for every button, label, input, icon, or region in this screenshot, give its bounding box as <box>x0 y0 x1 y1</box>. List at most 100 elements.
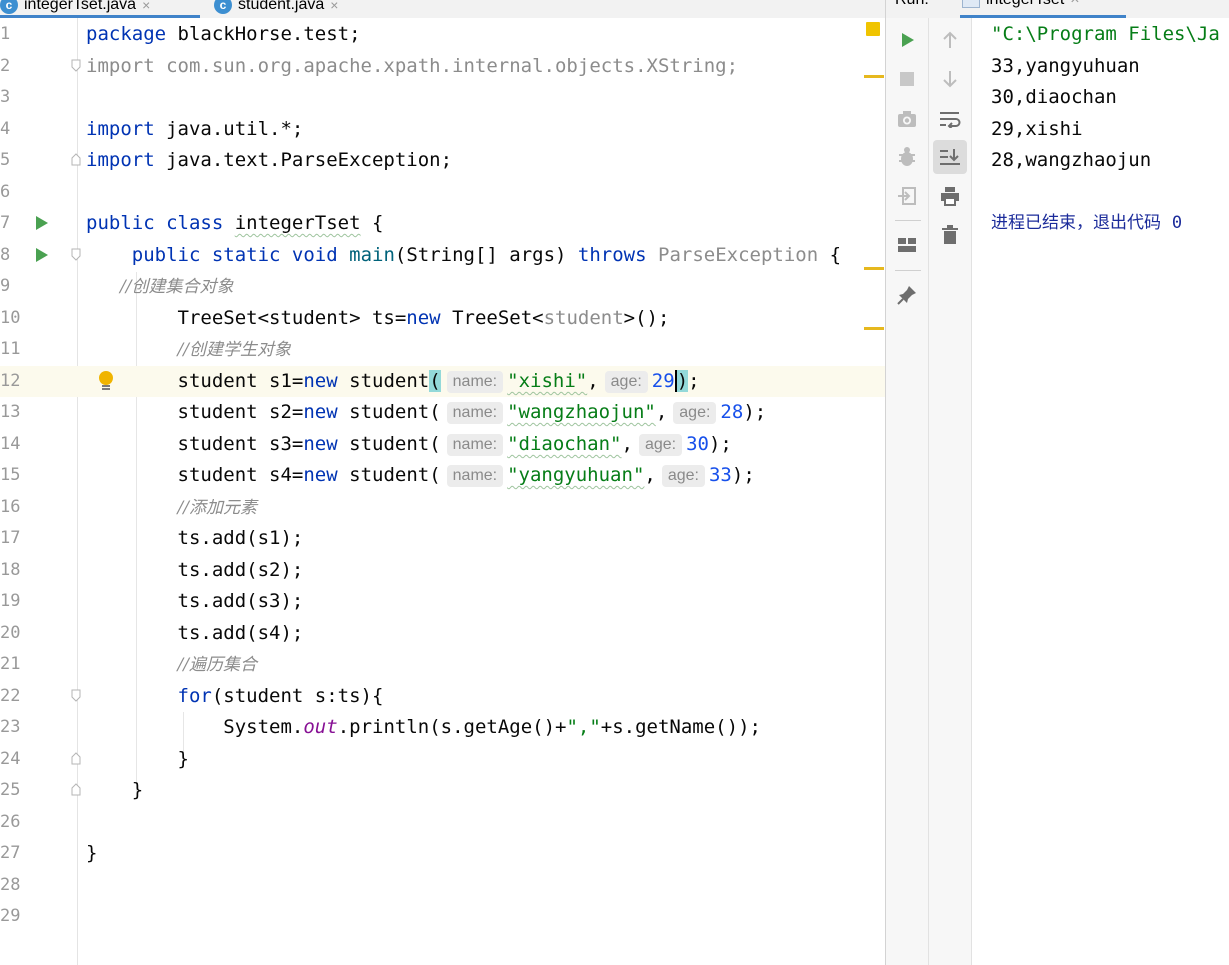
code-text: (String[] args) <box>394 244 578 266</box>
code-text: , <box>644 464 656 486</box>
console-output[interactable]: "C:\Program Files\Ja 33,yangyuhuan 30,di… <box>972 18 1229 965</box>
code-text: java.text.ParseException; <box>154 149 453 171</box>
warning-indicator[interactable] <box>866 22 880 36</box>
parameter-hint: age: <box>661 465 705 487</box>
code-line-8: 8 public static void main(String[] args)… <box>0 240 885 271</box>
java-class-icon: c <box>0 0 18 14</box>
code-line-11: 11 //创建学生对象 <box>0 334 885 365</box>
code-line-13: 13 student s2=new student(name: "wangzhao… <box>0 397 885 428</box>
keyword: new <box>406 307 441 329</box>
keyword: throws <box>577 244 647 266</box>
run-tab-integertset[interactable]: integerTset × <box>962 0 1080 9</box>
warning-marker[interactable] <box>864 75 884 78</box>
code-text: blackHorse.test; <box>166 23 361 45</box>
keyword: import <box>86 118 155 140</box>
code-line-19: 19 ts.add(s3); <box>0 586 885 617</box>
run-config-icon <box>962 0 980 8</box>
keyword: import <box>86 149 155 171</box>
string-literal: "xishi" <box>507 370 588 392</box>
line-number: 28 <box>0 875 21 895</box>
fold-icon[interactable] <box>71 689 81 702</box>
code-text: ts.add(s2); <box>177 559 304 581</box>
code-text: } <box>86 842 98 864</box>
trash-icon[interactable] <box>933 218 967 252</box>
layout-icon[interactable] <box>890 228 924 262</box>
camera-icon[interactable] <box>890 102 924 136</box>
code-line-12: 12 student s1=new student(name: "xishi", a… <box>0 366 885 397</box>
java-class-icon: c <box>214 0 232 14</box>
rerun-icon[interactable] <box>890 23 924 57</box>
code-line-7: 7 public class integerTset { <box>0 208 885 239</box>
code-line-14: 14 student s3=new student(name: "diaochan… <box>0 429 885 460</box>
code-text: ts.add(s1); <box>177 527 304 549</box>
parameter-hint: name: <box>446 371 504 393</box>
run-label: Run: <box>895 0 929 9</box>
line-number: 29 <box>0 906 21 926</box>
scroll-to-end-icon[interactable] <box>933 140 967 174</box>
print-icon[interactable] <box>933 179 967 213</box>
close-icon[interactable]: × <box>1070 0 1079 9</box>
run-toolbar-right <box>929 18 972 965</box>
code-text: ts.add(s4); <box>177 622 304 644</box>
keyword: package <box>86 23 167 45</box>
number-literal: 33 <box>708 464 732 486</box>
close-icon[interactable]: × <box>142 0 150 13</box>
code-editor[interactable]: c integerTset.java × c student.java × 1 … <box>0 0 885 965</box>
warning-marker[interactable] <box>864 327 884 330</box>
string-literal: "yangyuhuan" <box>507 464 645 486</box>
line-number: 15 <box>0 465 21 485</box>
exit-icon[interactable] <box>890 179 924 213</box>
fold-icon[interactable] <box>71 59 81 72</box>
console-output-line: 30,diaochan <box>991 86 1117 108</box>
code-line-27: 27 } <box>0 838 885 869</box>
code-line-24: 24 } <box>0 744 885 775</box>
stop-icon[interactable] <box>890 62 924 96</box>
code-line-25: 25 } <box>0 775 885 806</box>
pin-icon[interactable] <box>890 278 924 312</box>
line-number: 18 <box>0 560 21 580</box>
code-text: student( <box>337 464 441 486</box>
code-text: TreeSet< <box>440 307 544 329</box>
keyword: new <box>303 370 338 392</box>
tab-label: student.java <box>238 0 325 13</box>
down-arrow-icon[interactable] <box>933 62 967 96</box>
comment: //创建学生对象 <box>177 340 291 360</box>
close-icon[interactable]: × <box>330 0 338 13</box>
comment: //创建集合对象 <box>120 277 234 297</box>
run-main-icon[interactable] <box>36 248 48 262</box>
line-number: 17 <box>0 528 21 548</box>
line-number: 12 <box>0 371 21 391</box>
tab-student-java[interactable]: c student.java × <box>214 0 338 18</box>
code-line-2: 2 import com.sun.org.apache.xpath.intern… <box>0 51 885 82</box>
run-tab-label: integerTset <box>986 0 1064 9</box>
line-number: 10 <box>0 308 21 328</box>
debug-icon[interactable] <box>890 140 924 174</box>
line-number: 3 <box>0 87 11 107</box>
exit-code: 0 <box>1171 213 1183 233</box>
code-text: , <box>621 433 633 455</box>
run-class-icon[interactable] <box>36 216 48 230</box>
up-arrow-icon[interactable] <box>933 23 967 57</box>
code-text: ); <box>743 401 767 423</box>
code-line-6: 6 <box>0 177 885 208</box>
keyword: for <box>177 685 212 707</box>
warning-marker[interactable] <box>864 267 884 270</box>
code-text: student( <box>337 433 441 455</box>
console-command-line: "C:\Program Files\Ja <box>991 23 1220 45</box>
fold-end-icon[interactable] <box>71 752 81 765</box>
fold-end-icon[interactable] <box>71 783 81 796</box>
comment: //添加元素 <box>177 498 257 518</box>
number-literal: 29 <box>651 370 675 392</box>
fold-end-icon[interactable] <box>71 153 81 166</box>
soft-wrap-icon[interactable] <box>933 102 967 136</box>
fold-icon[interactable] <box>71 248 81 261</box>
console-output-line: 33,yangyuhuan <box>991 55 1140 77</box>
code-text: (student s:ts){ <box>211 685 384 707</box>
code-text: student( <box>337 401 441 423</box>
code-text: , <box>655 401 668 423</box>
code-line-3: 3 <box>0 82 885 113</box>
matched-bracket-cursor: ) <box>674 370 689 392</box>
line-number: 11 <box>0 339 21 359</box>
run-toolbar-left <box>886 18 929 965</box>
parameter-hint: age: <box>604 371 648 393</box>
